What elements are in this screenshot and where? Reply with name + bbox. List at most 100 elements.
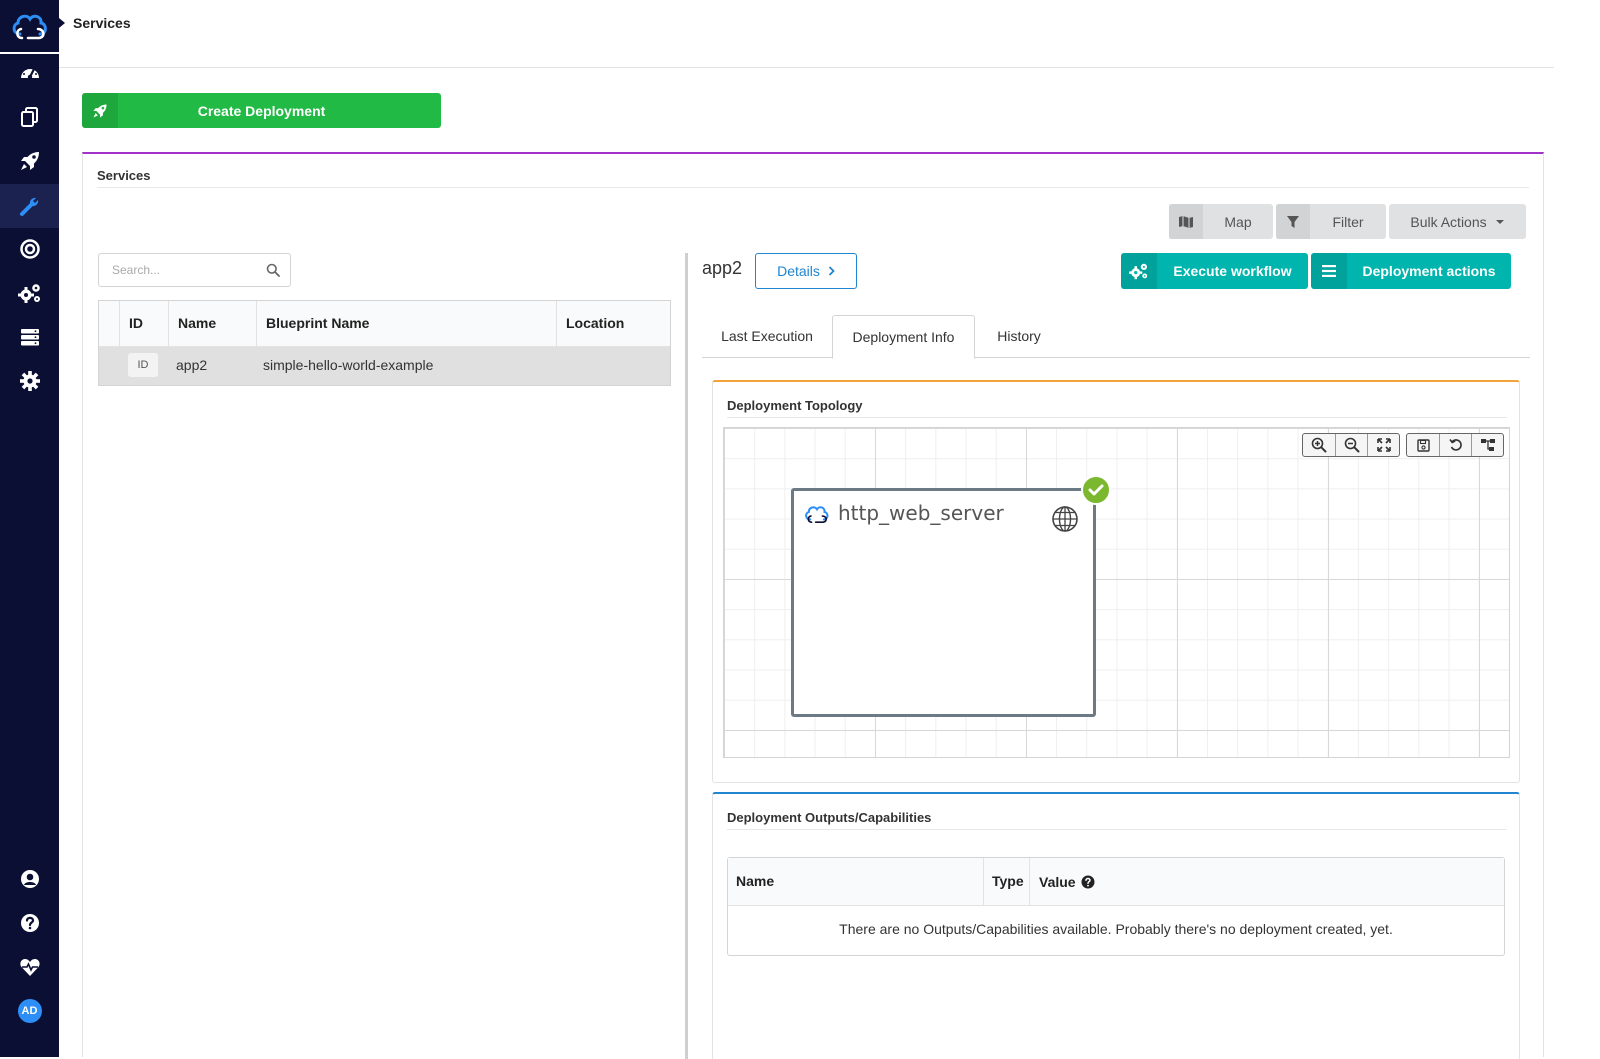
id-badge: ID bbox=[128, 353, 158, 377]
create-deployment-label: Create Deployment bbox=[197, 102, 326, 119]
details-button[interactable]: Details bbox=[755, 253, 857, 289]
sidebar-item-executions[interactable] bbox=[0, 227, 59, 271]
column-header-id[interactable]: ID bbox=[119, 301, 168, 347]
row-name: app2 bbox=[176, 357, 208, 373]
auto-layout-button[interactable] bbox=[1471, 434, 1503, 456]
logo[interactable] bbox=[0, 0, 59, 52]
bulk-actions-dropdown[interactable]: Bulk Actions bbox=[1389, 204, 1526, 239]
sidebar-item-help[interactable] bbox=[0, 901, 59, 945]
column-header-blueprint-name[interactable]: Blueprint Name bbox=[256, 301, 556, 347]
chevron-right-icon bbox=[828, 266, 835, 276]
executions-icon bbox=[19, 239, 40, 259]
create-deployment-button[interactable]: Create Deployment bbox=[82, 93, 441, 128]
sidebar: AD bbox=[0, 0, 59, 1057]
tab-deployment-info[interactable]: Deployment Info bbox=[832, 315, 975, 359]
cogs-icon bbox=[1129, 263, 1148, 280]
reset-layout-button[interactable] bbox=[1439, 434, 1471, 456]
outputs-table-header: Name Type Value bbox=[728, 858, 1504, 906]
bulk-actions-label: Bulk Actions bbox=[1410, 213, 1487, 230]
sidebar-item-services[interactable] bbox=[0, 184, 59, 228]
column-header-location[interactable]: Location bbox=[556, 301, 670, 347]
sidebar-item-blueprints[interactable] bbox=[0, 95, 59, 139]
topology-title: Deployment Topology bbox=[727, 398, 863, 413]
deployment-name: app2 bbox=[702, 258, 743, 278]
zoom-in-button[interactable] bbox=[1303, 434, 1335, 456]
outputs-title: Deployment Outputs/Capabilities bbox=[727, 810, 932, 825]
outputs-title-divider bbox=[727, 829, 1507, 830]
sidebar-item-plugins[interactable] bbox=[0, 271, 59, 315]
map-button-label: Map bbox=[1224, 213, 1252, 230]
topbar: Services bbox=[59, 0, 1554, 68]
save-icon bbox=[1416, 438, 1430, 452]
search-input[interactable] bbox=[99, 254, 259, 286]
table-header: ID Name Blueprint Name Location bbox=[99, 301, 670, 347]
topology-canvas[interactable]: http_web_server bbox=[723, 427, 1510, 758]
tab-history[interactable]: History bbox=[975, 315, 1063, 358]
table-row[interactable]: ID app2 simple-hello-world-example bbox=[99, 347, 670, 385]
health-icon bbox=[19, 959, 40, 976]
execute-workflow-button[interactable]: Execute workflow bbox=[1121, 253, 1308, 289]
breadcrumb-pointer bbox=[59, 18, 65, 28]
save-layout-button[interactable] bbox=[1407, 434, 1439, 456]
topology-title-divider bbox=[727, 417, 1507, 418]
sidebar-item-user[interactable] bbox=[0, 857, 59, 901]
execute-workflow-label: Execute workflow bbox=[1173, 263, 1292, 279]
zoom-out-button[interactable] bbox=[1335, 434, 1367, 456]
rocket-icon bbox=[93, 103, 107, 118]
outputs-table: Name Type Value There are no Outputs/Cap… bbox=[727, 857, 1505, 956]
check-icon bbox=[1088, 484, 1104, 496]
outputs-column-name[interactable]: Name bbox=[728, 858, 984, 906]
caret-down-icon bbox=[1495, 219, 1504, 224]
tab-last-execution[interactable]: Last Execution bbox=[702, 315, 832, 358]
search-icon bbox=[266, 263, 280, 277]
map-button[interactable]: Map bbox=[1169, 204, 1273, 239]
user-icon bbox=[20, 870, 39, 888]
map-icon bbox=[1179, 215, 1193, 228]
expand-icon bbox=[1376, 438, 1391, 452]
deployment-actions-label: Deployment actions bbox=[1362, 263, 1496, 279]
outputs-column-type[interactable]: Type bbox=[984, 858, 1030, 906]
sidebar-item-avatar[interactable]: AD bbox=[0, 989, 59, 1033]
settings-cogs-icon bbox=[17, 284, 40, 303]
deployment-tabs: Last Execution Deployment Info History bbox=[702, 315, 1530, 359]
widget-title-divider bbox=[97, 187, 1529, 188]
sidebar-item-system-resources[interactable] bbox=[0, 315, 59, 359]
topology-toolbar bbox=[1302, 433, 1504, 457]
node-status-badge bbox=[1081, 475, 1111, 505]
zoom-toolbar-group bbox=[1302, 433, 1400, 457]
blueprints-icon bbox=[20, 107, 38, 127]
zoom-in-icon bbox=[1311, 437, 1327, 453]
filter-button[interactable]: Filter bbox=[1276, 204, 1386, 239]
globe-icon bbox=[1052, 506, 1078, 532]
page-title: Services bbox=[73, 15, 131, 31]
deployment-topology-widget: Deployment Topology http_web_server bbox=[712, 380, 1520, 783]
admin-gear-icon bbox=[19, 371, 40, 391]
details-button-label: Details bbox=[777, 263, 820, 279]
outputs-column-value[interactable]: Value bbox=[1031, 858, 1504, 906]
deployment-outputs-widget: Deployment Outputs/Capabilities Name Typ… bbox=[712, 792, 1520, 1059]
deployments-table: ID Name Blueprint Name Location ID app2 … bbox=[98, 300, 671, 386]
services-icon bbox=[19, 197, 38, 216]
search-box bbox=[98, 253, 291, 287]
column-header-name[interactable]: Name bbox=[168, 301, 256, 347]
layout-toolbar-group bbox=[1406, 433, 1504, 457]
services-widget: Services Map Filter Bulk Actions Search.… bbox=[82, 152, 1544, 1059]
deployment-actions-button[interactable]: Deployment actions bbox=[1311, 253, 1511, 289]
sidebar-item-deployments[interactable] bbox=[0, 139, 59, 183]
avatar: AD bbox=[17, 999, 42, 1023]
fit-to-screen-button[interactable] bbox=[1367, 434, 1399, 456]
outputs-empty-message: There are no Outputs/Capabilities availa… bbox=[839, 921, 1393, 937]
undo-icon bbox=[1448, 439, 1462, 451]
dashboard-icon bbox=[20, 66, 39, 80]
outputs-column-value-label: Value bbox=[1039, 874, 1076, 890]
system-resources-icon bbox=[20, 329, 39, 346]
cloud-logo-icon bbox=[12, 14, 47, 40]
sidebar-item-dashboard[interactable] bbox=[0, 51, 59, 95]
zoom-out-icon bbox=[1344, 437, 1359, 453]
topology-node[interactable]: http_web_server bbox=[791, 475, 1111, 717]
question-circle-icon[interactable] bbox=[1081, 875, 1095, 889]
panel-resize-divider[interactable] bbox=[685, 253, 688, 1059]
help-icon bbox=[20, 914, 39, 932]
sidebar-item-health[interactable] bbox=[0, 945, 59, 989]
sidebar-item-admin[interactable] bbox=[0, 359, 59, 403]
